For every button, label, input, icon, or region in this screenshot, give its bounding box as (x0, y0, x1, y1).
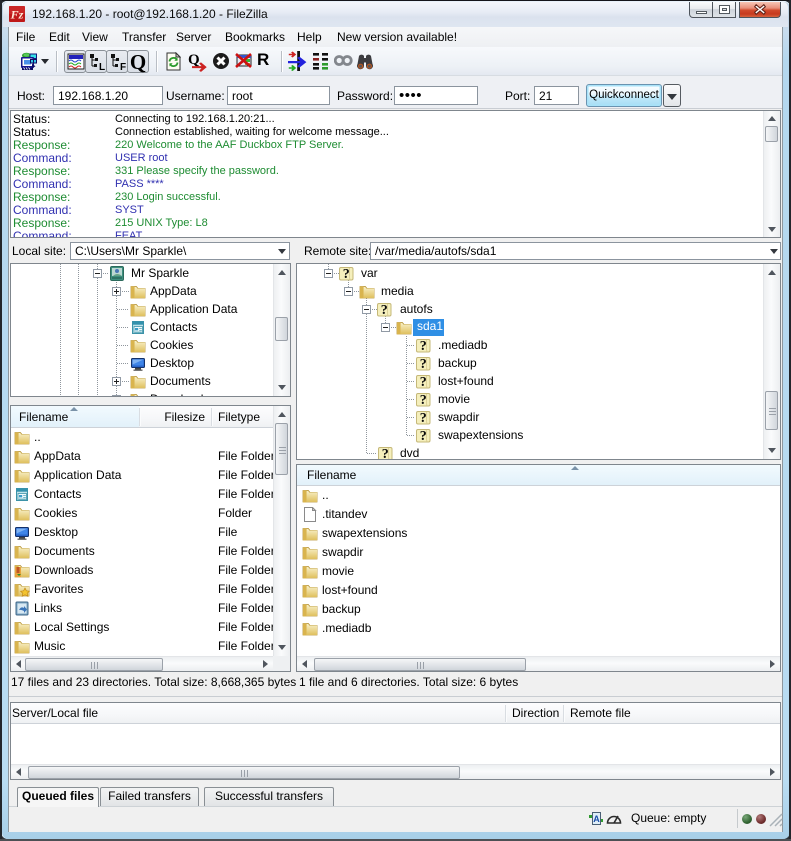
svg-text:F: F (120, 62, 126, 73)
svg-text:L: L (99, 62, 105, 73)
svg-text:A: A (593, 814, 600, 824)
svg-text:Fz: Fz (10, 8, 24, 22)
